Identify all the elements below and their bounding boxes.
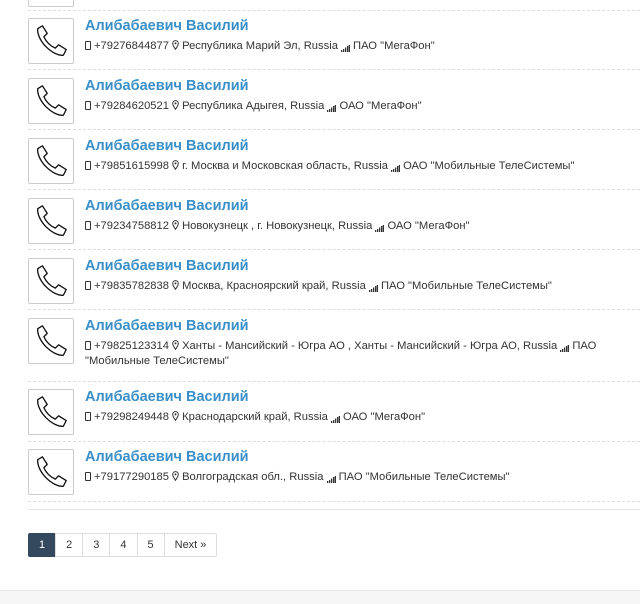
contact-details: +79298249448 Краснодарский край, Russia … (85, 410, 640, 425)
contact-details: +79234758812 Новокузнецк , г. Новокузнец… (85, 219, 640, 234)
phone-handset-icon[interactable] (28, 138, 74, 184)
previous-item-thumbnail-edge (28, 0, 74, 7)
operator-text: ОАО "Мобильные ТелеСистемы" (403, 160, 575, 172)
list-divider (28, 129, 640, 130)
list-divider (28, 501, 640, 502)
mobile-icon (85, 100, 91, 110)
region-text: Ханты - Мансийский - Югра АО , Ханты - М… (182, 340, 558, 352)
mobile-icon (85, 340, 91, 350)
contact-details: +79276844877 Республика Марий Эл, Russia… (85, 39, 640, 54)
contact-details: +79835782838 Москва, Красноярский край, … (85, 279, 640, 294)
operator-text: ОАО "МегаФон" (339, 100, 422, 112)
operator-text: ПАО "Мобильные ТелеСистемы" (338, 471, 510, 483)
operator-text: ПАО "МегаФон" (353, 40, 435, 52)
contact-details: +79825123314 Ханты - Мансийский - Югра А… (85, 339, 640, 369)
signal-icon (368, 282, 378, 292)
phone-handset-icon[interactable] (28, 198, 74, 244)
region-text: Республика Марий Эл, Russia (182, 40, 338, 52)
mobile-icon (85, 40, 91, 50)
phone-number: +79177290185 (94, 471, 169, 483)
phone-handset-icon[interactable] (28, 78, 74, 124)
map-marker-icon (172, 219, 179, 230)
signal-icon (375, 222, 385, 232)
list-divider (28, 10, 640, 11)
signal-icon (560, 342, 570, 352)
map-marker-icon (172, 410, 179, 421)
mobile-icon (85, 280, 91, 290)
map-marker-icon (172, 470, 179, 481)
mobile-icon (85, 471, 91, 481)
region-text: Республика Адыгея, Russia (182, 100, 325, 112)
map-marker-icon (172, 99, 179, 110)
signal-icon (327, 102, 337, 112)
operator-text: ПАО "Мобильные ТелеСистемы" (380, 280, 552, 292)
contact-name-link[interactable]: Алибабаевич Василий (85, 258, 249, 274)
map-marker-icon (172, 339, 179, 350)
contact-details: +79284620521 Республика Адыгея, Russia О… (85, 99, 640, 114)
phone-number: +79284620521 (94, 100, 169, 112)
pagination: 1 2 3 4 5 Next » (28, 533, 218, 557)
list-divider (28, 441, 640, 442)
region-text: г. Москва и Московская область, Russia (182, 160, 388, 172)
mobile-icon (85, 220, 91, 230)
contact-name-link[interactable]: Алибабаевич Василий (85, 138, 249, 154)
page-4-button[interactable]: 4 (109, 533, 138, 557)
region-text: Москва, Красноярский край, Russia (182, 280, 366, 292)
contact-details: +79177290185 Волгоградская обл., Russia … (85, 470, 640, 485)
list-divider (28, 189, 640, 190)
region-text: Новокузнецк , г. Новокузнецк, Russia (182, 220, 373, 232)
operator-text: ОАО "МегаФон" (342, 411, 426, 423)
phone-number: +79851615998 (94, 160, 169, 172)
contact-name-link[interactable]: Алибабаевич Василий (85, 198, 249, 214)
next-page-button[interactable]: Next » (163, 533, 218, 557)
contact-name-link[interactable]: Алибабаевич Василий (85, 18, 249, 34)
operator-text: ОАО "МегаФон" (387, 220, 470, 232)
phone-number: +79825123314 (94, 340, 169, 352)
phone-number: +79298249448 (94, 411, 169, 423)
contact-name-link[interactable]: Алибабаевич Василий (85, 318, 249, 334)
list-divider (28, 381, 640, 382)
phone-handset-icon[interactable] (28, 258, 74, 304)
list-divider (28, 249, 640, 250)
list-divider (28, 309, 640, 310)
phone-number: +79234758812 (94, 220, 169, 232)
map-marker-icon (172, 39, 179, 50)
list-end-divider (28, 509, 640, 510)
phone-number: +79835782838 (94, 280, 169, 292)
phone-handset-icon[interactable] (28, 318, 74, 364)
phone-handset-icon[interactable] (28, 449, 74, 495)
page-footer (0, 590, 640, 604)
page-5-button[interactable]: 5 (136, 533, 165, 557)
mobile-icon (85, 411, 91, 421)
signal-icon (326, 473, 336, 483)
page-2-button[interactable]: 2 (55, 533, 84, 557)
region-text: Краснодарский край, Russia (182, 411, 328, 423)
map-marker-icon (172, 159, 179, 170)
signal-icon (330, 413, 340, 423)
map-marker-icon (172, 279, 179, 290)
mobile-icon (85, 160, 91, 170)
contact-details: +79851615998 г. Москва и Московская обла… (85, 159, 640, 174)
signal-icon (341, 42, 351, 52)
contact-name-link[interactable]: Алибабаевич Василий (85, 78, 249, 94)
region-text: Волгоградская обл., Russia (182, 471, 324, 483)
page-1-button[interactable]: 1 (28, 533, 57, 557)
page-3-button[interactable]: 3 (82, 533, 111, 557)
signal-icon (391, 162, 401, 172)
phone-handset-icon[interactable] (28, 18, 74, 64)
contact-name-link[interactable]: Алибабаевич Василий (85, 449, 249, 465)
phone-handset-icon[interactable] (28, 389, 74, 435)
list-divider (28, 69, 640, 70)
phone-number: +79276844877 (94, 40, 169, 52)
contact-name-link[interactable]: Алибабаевич Василий (85, 389, 249, 405)
